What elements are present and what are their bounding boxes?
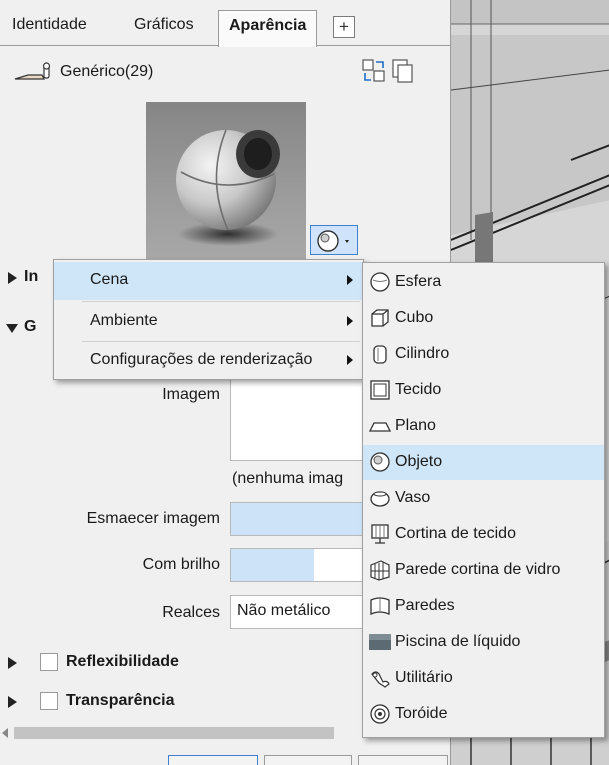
- scene-item-cube[interactable]: Cubo: [363, 301, 604, 336]
- object-icon: [370, 452, 390, 472]
- fade-image-label: Esmaecer imagem: [86, 510, 220, 527]
- scene-item-walls[interactable]: Paredes: [363, 589, 604, 624]
- torus-icon: [370, 704, 390, 724]
- asset-name: Genérico(29): [60, 63, 154, 80]
- highlights-label: Realces: [162, 604, 220, 621]
- add-tab-button[interactable]: +: [333, 16, 355, 38]
- scene-item-object[interactable]: Objeto: [363, 445, 604, 480]
- scene-item-plane[interactable]: Plano: [363, 409, 604, 444]
- submenu-arrow-icon: [347, 316, 353, 326]
- submenu-arrow-icon: [347, 355, 353, 365]
- material-preview: [146, 102, 306, 260]
- reflectivity-checkbox[interactable]: [40, 653, 58, 671]
- scene-item-liquid-pool[interactable]: Piscina de líquido: [363, 625, 604, 660]
- scene-item-torus[interactable]: Toróide: [363, 697, 604, 732]
- highlights-select[interactable]: Não metálico: [230, 595, 370, 629]
- apply-button[interactable]: [358, 755, 448, 765]
- utility-icon: [371, 671, 390, 688]
- submenu-arrow-icon: [347, 275, 353, 285]
- cancel-button[interactable]: [264, 755, 352, 765]
- scene-item-utility[interactable]: Utilitário: [363, 661, 604, 696]
- image-slot[interactable]: [230, 371, 370, 461]
- scene-item-cylinder[interactable]: Cilindro: [363, 337, 604, 372]
- fade-image-slider-fill: [231, 503, 369, 535]
- scrollbar-thumb[interactable]: [14, 727, 334, 739]
- walls-icon: [370, 597, 390, 615]
- asset-header: Genérico(29): [0, 47, 450, 97]
- fade-image-slider[interactable]: [230, 502, 370, 536]
- hand-asset-icon: [14, 62, 51, 80]
- scene-submenu: Esfera Cubo Cilindro Tecido Plano Objeto…: [362, 262, 605, 738]
- fabric-icon: [370, 380, 390, 400]
- no-image-text: (nenhuma imag: [232, 470, 344, 487]
- tab-bar: Identidade Gráficos Aparência +: [0, 0, 450, 47]
- scene-item-sphere[interactable]: Esfera: [363, 265, 604, 300]
- menu-item-render-settings[interactable]: Configurações de renderização: [54, 342, 363, 380]
- image-label: Imagem: [162, 386, 220, 403]
- tab-appearance[interactable]: Aparência: [218, 10, 318, 47]
- sphere-preview-image: [176, 129, 280, 246]
- transparency-checkbox[interactable]: [40, 692, 58, 710]
- cylinder-icon: [373, 345, 387, 364]
- expand-arrow-icon: [8, 696, 17, 708]
- sphere-icon: [370, 272, 390, 292]
- liquid-pool-icon: [369, 634, 391, 650]
- menu-item-environment[interactable]: Ambiente: [54, 303, 363, 341]
- scene-options-button[interactable]: [310, 225, 358, 255]
- scene-item-glass-curtain-wall[interactable]: Parede cortina de vidro: [363, 553, 604, 588]
- duplicate-asset-icon[interactable]: [392, 59, 414, 83]
- scene-item-vase[interactable]: Vaso: [363, 481, 604, 516]
- scene-chevron-icon: [317, 230, 349, 252]
- expand-arrow-icon: [8, 657, 17, 669]
- ok-button[interactable]: [168, 755, 258, 765]
- scene-context-menu: Cena Ambiente Configurações de renderiza…: [53, 259, 364, 380]
- cube-icon: [371, 309, 389, 327]
- collapse-arrow-icon: [6, 324, 18, 333]
- glossiness-slider-fill: [231, 549, 314, 581]
- expand-arrow-icon: [8, 272, 17, 284]
- glass-curtain-wall-icon: [370, 560, 390, 581]
- vase-icon: [370, 491, 390, 507]
- plane-icon: [369, 422, 391, 432]
- replace-asset-icon[interactable]: [362, 59, 386, 83]
- scroll-left-icon[interactable]: [2, 728, 8, 738]
- scene-item-fabric[interactable]: Tecido: [363, 373, 604, 408]
- fabric-curtain-icon: [371, 524, 389, 544]
- glossiness-label: Com brilho: [142, 556, 220, 573]
- menu-item-scene[interactable]: Cena: [54, 262, 363, 300]
- scene-item-fabric-curtain[interactable]: Cortina de tecido: [363, 517, 604, 552]
- glossiness-slider[interactable]: [230, 548, 370, 582]
- tab-graphics[interactable]: Gráficos: [134, 16, 194, 34]
- tab-identity[interactable]: Identidade: [12, 16, 87, 34]
- menu-divider: [82, 301, 360, 302]
